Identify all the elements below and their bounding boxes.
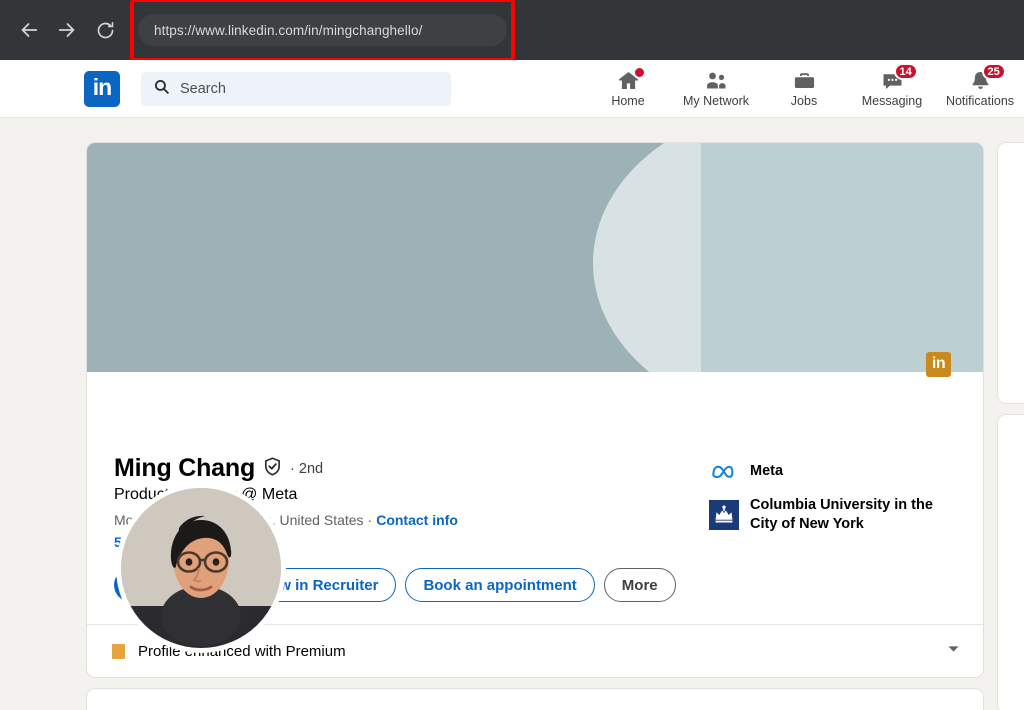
rail-card-2[interactable] <box>997 414 1024 710</box>
connection-degree: · 2nd <box>290 461 323 477</box>
name-row: Ming Chang · 2nd <box>114 454 709 483</box>
identity-right: in Meta Columbia University in the City … <box>709 372 959 602</box>
cover-photo[interactable] <box>87 143 983 372</box>
nav-item-my-network[interactable]: My Network <box>672 60 760 117</box>
next-section-card[interactable] <box>86 688 984 710</box>
browser-toolbar: https://www.linkedin.com/in/mingchanghel… <box>0 0 1024 60</box>
organization-name-school: Columbia University in the City of New Y… <box>750 496 959 533</box>
home-badge <box>633 66 646 79</box>
columbia-crown-icon <box>709 500 739 530</box>
nav-items: Home My Network Jobs 14 Messaging 25 <box>584 60 1024 117</box>
book-an-appointment-button[interactable]: Book an appointment <box>405 568 594 602</box>
linkedin-premium-in-icon: in <box>926 352 951 377</box>
nav-item-home[interactable]: Home <box>584 60 672 117</box>
nav-label-jobs: Jobs <box>791 94 817 108</box>
search-placeholder: Search <box>180 81 226 97</box>
contact-info-link[interactable]: Contact info <box>376 512 458 528</box>
address-bar[interactable]: https://www.linkedin.com/in/mingchanghel… <box>138 14 507 46</box>
page-body: Ming Chang · 2nd Product Manager @ Meta … <box>0 118 1024 710</box>
organization-row-company[interactable]: Meta <box>709 456 959 486</box>
meta-separator: · <box>368 512 373 528</box>
identity-block: Ming Chang · 2nd Product Manager @ Meta … <box>87 372 983 624</box>
avatar[interactable] <box>116 483 286 653</box>
linkedin-global-nav: in Search Home My Network Jobs <box>0 60 1024 118</box>
notifications-badge: 25 <box>982 63 1006 80</box>
nav-label-home: Home <box>611 94 644 108</box>
verified-shield-icon[interactable] <box>262 456 283 482</box>
linkedin-logo[interactable]: in <box>84 71 120 107</box>
home-icon <box>616 69 641 93</box>
messaging-badge: 14 <box>894 63 918 80</box>
forward-button[interactable] <box>50 13 84 47</box>
main-column: Ming Chang · 2nd Product Manager @ Meta … <box>86 142 984 710</box>
avatar-image <box>121 488 281 648</box>
cover-right-panel <box>701 143 983 372</box>
more-button-label: More <box>622 577 658 594</box>
rail-card-1[interactable] <box>997 142 1024 404</box>
arrow-right-icon <box>56 19 78 41</box>
briefcase-icon <box>792 69 817 93</box>
nav-item-jobs[interactable]: Jobs <box>760 60 848 117</box>
nav-label-messaging: Messaging <box>862 94 922 108</box>
more-button[interactable]: More <box>604 568 676 602</box>
reload-button[interactable] <box>88 13 122 47</box>
back-button[interactable] <box>12 13 46 47</box>
bell-icon: 25 <box>968 69 993 93</box>
book-an-appointment-label: Book an appointment <box>423 577 576 594</box>
organization-row-school[interactable]: Columbia University in the City of New Y… <box>709 496 959 533</box>
message-icon: 14 <box>880 69 905 93</box>
address-bar-container: https://www.linkedin.com/in/mingchanghel… <box>138 14 507 46</box>
right-rail <box>997 142 1024 710</box>
nav-item-notifications[interactable]: 25 Notifications <box>936 60 1024 117</box>
chevron-down-icon[interactable] <box>946 641 961 661</box>
nav-label-my-network: My Network <box>683 94 749 108</box>
arrow-left-icon <box>18 19 40 41</box>
nav-label-notifications: Notifications <box>946 94 1014 108</box>
search-input[interactable]: Search <box>141 72 451 106</box>
meta-infinity-icon <box>709 456 739 486</box>
people-icon <box>704 69 729 93</box>
nav-item-messaging[interactable]: 14 Messaging <box>848 60 936 117</box>
search-icon <box>153 78 170 100</box>
reload-icon <box>95 20 116 41</box>
profile-card: Ming Chang · 2nd Product Manager @ Meta … <box>86 142 984 678</box>
page-title: Ming Chang <box>114 454 255 483</box>
organization-name-company: Meta <box>750 462 783 481</box>
